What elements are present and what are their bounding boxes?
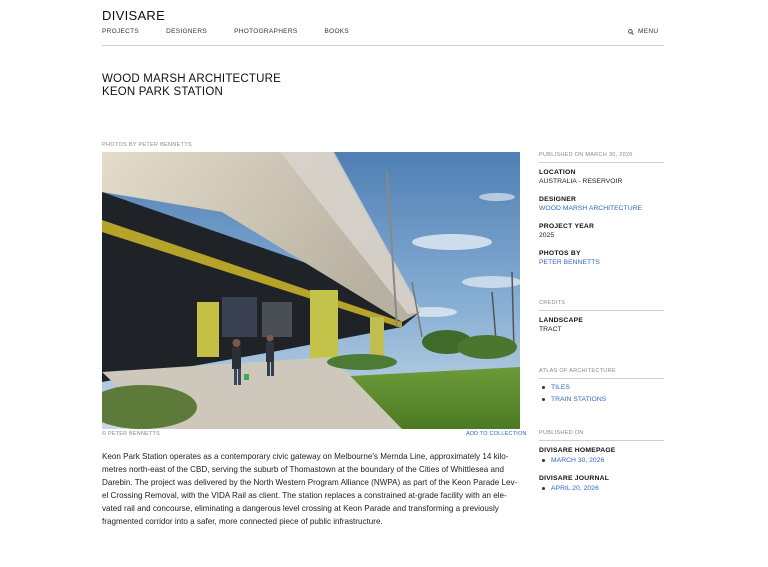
homepage-date-link[interactable]: MARCH 30, 2026: [539, 457, 664, 464]
atlas-title: ATLAS OF ARCHITECTURE: [539, 368, 616, 374]
location-block: LOCATION AUSTRALIA - RESERVOIR: [539, 169, 664, 185]
sidebar-atlas: ATLAS OF ARCHITECTURE TILES TRAIN STATIO…: [539, 368, 664, 403]
sidebar-divider: [539, 162, 664, 163]
sidebar-published-on: PUBLISHED ON DIVISARE HOMEPAGE MARCH 30,…: [539, 430, 664, 492]
atlas-item-tiles[interactable]: TILES: [539, 384, 664, 391]
nav-designers[interactable]: DESIGNERS: [166, 28, 207, 35]
landscape-label: LANDSCAPE: [539, 317, 584, 324]
credits-title: CREDITS: [539, 300, 566, 306]
year-value: 2025: [539, 232, 555, 239]
atlas-item-train-stations[interactable]: TRAIN STATIONS: [539, 396, 664, 403]
designer-block: DESIGNER WOOD MARSH ARCHITECTURE: [539, 196, 664, 212]
atlas-item-label: TRAIN STATIONS: [551, 396, 607, 403]
location-label: LOCATION: [539, 169, 576, 176]
credits-divider: [539, 310, 664, 311]
station-photo-illustration: [102, 152, 520, 429]
homepage-date: MARCH 30, 2026: [551, 457, 605, 464]
title-project: KEON PARK STATION: [102, 86, 223, 98]
photos-block: PHOTOS BY PETER BENNETTS: [539, 250, 664, 266]
homepage-label: DIVISARE HOMEPAGE: [539, 447, 616, 454]
bullet-icon: [542, 398, 545, 401]
published-on-divider: [539, 440, 664, 441]
designer-label: DESIGNER: [539, 196, 577, 203]
title-designer: WOOD MARSH ARCHITECTURE: [102, 73, 282, 85]
photos-label: PHOTOS BY: [539, 250, 581, 257]
location-value: AUSTRALIA - RESERVOIR: [539, 178, 623, 185]
year-block: PROJECT YEAR 2025: [539, 223, 664, 239]
sidebar-credits: CREDITS LANDSCAPE TRACT: [539, 300, 664, 333]
sidebar-meta: PUBLISHED ON MARCH 30, 2026 LOCATION AUS…: [539, 152, 664, 266]
photographer-link[interactable]: PETER BENNETTS: [539, 259, 664, 266]
menu-button[interactable]: MENU: [628, 28, 658, 35]
nav-photographers[interactable]: PHOTOGRAPHERS: [234, 28, 297, 35]
bullet-icon: [542, 386, 545, 389]
journal-label: DIVISARE JOURNAL: [539, 475, 610, 482]
project-description: Keon Park Station operates as a contempo…: [102, 452, 518, 526]
landscape-block: LANDSCAPE TRACT: [539, 317, 664, 333]
nav-books[interactable]: BOOKS: [324, 28, 349, 35]
bullet-icon: [542, 487, 545, 490]
atlas-item-label: TILES: [551, 384, 570, 391]
add-to-collection-link[interactable]: ADD TO COLLECTION: [466, 431, 527, 437]
journal-block: DIVISARE JOURNAL APRIL 20, 2026: [539, 475, 664, 492]
landscape-value: TRACT: [539, 326, 562, 333]
site-logo[interactable]: DIVISARE: [102, 8, 165, 23]
year-label: PROJECT YEAR: [539, 223, 595, 230]
bullet-icon: [542, 459, 545, 462]
homepage-block: DIVISARE HOMEPAGE MARCH 30, 2026: [539, 447, 664, 464]
published-date: PUBLISHED ON MARCH 30, 2026: [539, 152, 633, 158]
atlas-list: TILES TRAIN STATIONS: [539, 384, 664, 403]
page-title: WOOD MARSH ARCHITECTURE KEON PARK STATIO…: [102, 73, 281, 99]
main-photo[interactable]: [102, 152, 520, 429]
journal-date-link[interactable]: APRIL 20, 2026: [539, 485, 664, 492]
search-icon: [628, 28, 634, 35]
main-nav: PROJECTS DESIGNERS PHOTOGRAPHERS BOOKS: [102, 28, 376, 35]
journal-date: APRIL 20, 2026: [551, 485, 599, 492]
nav-projects[interactable]: PROJECTS: [102, 28, 139, 35]
image-credit: © PETER BENNETTS: [102, 431, 160, 437]
photos-by-label: PHOTOS BY PETER BENNETTS: [102, 142, 192, 148]
header-divider: [102, 45, 664, 46]
menu-label: MENU: [638, 28, 659, 35]
atlas-divider: [539, 378, 664, 379]
published-on-title: PUBLISHED ON: [539, 430, 584, 436]
designer-link[interactable]: WOOD MARSH ARCHITECTURE: [539, 205, 664, 212]
